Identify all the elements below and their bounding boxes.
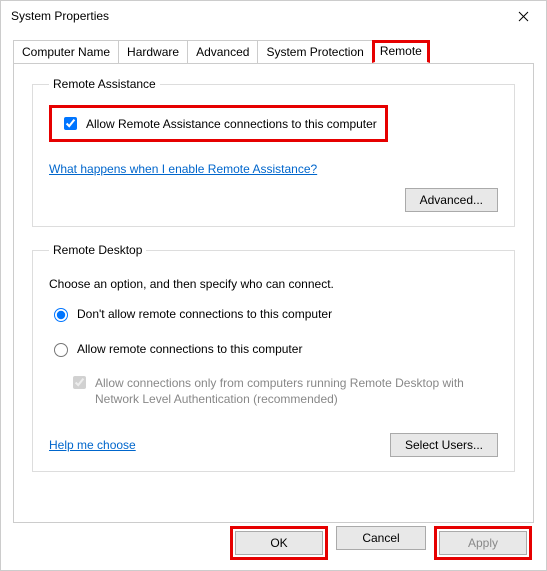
remote-assistance-advanced-button[interactable]: Advanced... <box>405 188 498 212</box>
option-deny-radio[interactable] <box>54 308 68 322</box>
tab-system-protection[interactable]: System Protection <box>257 40 372 63</box>
remote-desktop-group: Remote Desktop Choose an option, and the… <box>32 243 515 472</box>
remote-assistance-group: Remote Assistance Allow Remote Assistanc… <box>32 77 515 227</box>
tab-computer-name[interactable]: Computer Name <box>13 40 119 63</box>
titlebar: System Properties <box>1 1 546 31</box>
dialog-button-row: OK Cancel Apply <box>230 526 532 560</box>
nla-checkbox <box>73 376 86 389</box>
nla-label: Allow connections only from computers ru… <box>95 375 498 407</box>
remote-desktop-instruction: Choose an option, and then specify who c… <box>49 277 498 291</box>
option-deny-row: Don't allow remote connections to this c… <box>49 305 498 322</box>
apply-highlight: Apply <box>434 526 532 560</box>
remote-assistance-help-link[interactable]: What happens when I enable Remote Assist… <box>49 162 317 176</box>
ok-button[interactable]: OK <box>235 531 323 555</box>
tab-panel-remote: Remote Assistance Allow Remote Assistanc… <box>13 63 534 523</box>
cancel-button[interactable]: Cancel <box>336 526 426 550</box>
help-me-choose-link[interactable]: Help me choose <box>49 438 136 452</box>
tab-remote[interactable]: Remote <box>372 40 430 63</box>
option-allow-radio[interactable] <box>54 343 68 357</box>
remote-assistance-legend: Remote Assistance <box>49 77 160 91</box>
select-users-button[interactable]: Select Users... <box>390 433 498 457</box>
apply-button[interactable]: Apply <box>439 531 527 555</box>
option-allow-row: Allow remote connections to this compute… <box>49 340 498 357</box>
allow-remote-assistance-row: Allow Remote Assistance connections to t… <box>49 105 388 142</box>
tab-hardware[interactable]: Hardware <box>118 40 188 63</box>
tab-strip: Computer Name Hardware Advanced System P… <box>13 40 534 64</box>
system-properties-window: System Properties Computer Name Hardware… <box>0 0 547 571</box>
window-title: System Properties <box>11 9 109 23</box>
option-allow-label: Allow remote connections to this compute… <box>77 342 302 356</box>
allow-remote-assistance-label: Allow Remote Assistance connections to t… <box>86 117 377 131</box>
tab-advanced[interactable]: Advanced <box>187 40 258 63</box>
close-button[interactable] <box>501 1 546 31</box>
nla-row: Allow connections only from computers ru… <box>69 375 498 407</box>
remote-desktop-legend: Remote Desktop <box>49 243 146 257</box>
allow-remote-assistance-checkbox[interactable] <box>64 117 77 130</box>
close-icon <box>518 11 529 22</box>
dialog-content: Computer Name Hardware Advanced System P… <box>1 31 546 523</box>
ok-highlight: OK <box>230 526 328 560</box>
option-deny-label: Don't allow remote connections to this c… <box>77 307 332 321</box>
